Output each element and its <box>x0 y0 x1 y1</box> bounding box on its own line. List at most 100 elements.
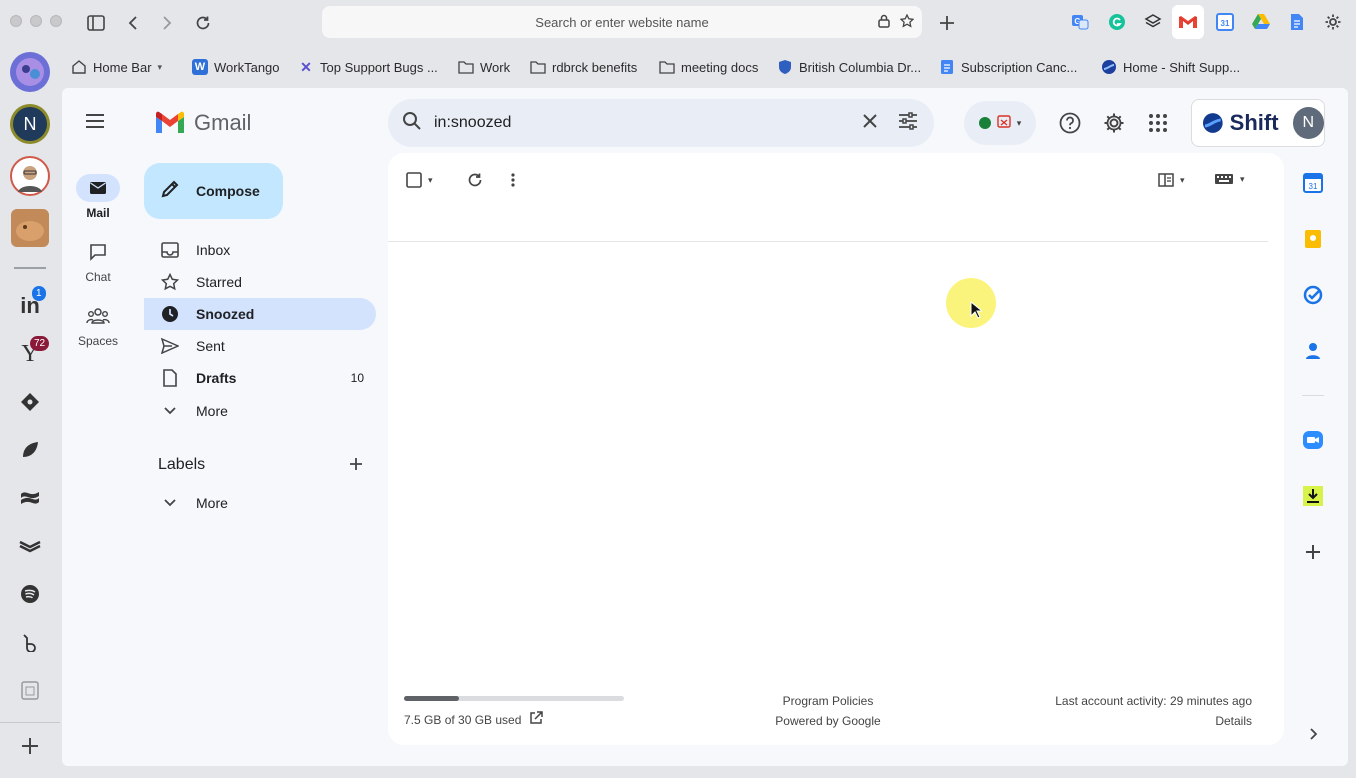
bookmark-british-columbia[interactable]: British Columbia Dr... <box>777 56 921 78</box>
drive-extension-icon[interactable] <box>1250 11 1272 33</box>
profile-photo-avatar[interactable] <box>10 156 50 196</box>
layers-extension-icon[interactable] <box>1142 11 1164 33</box>
details-link[interactable]: Details <box>988 711 1252 731</box>
more-options-icon[interactable] <box>510 172 516 193</box>
forward-icon[interactable] <box>154 10 180 36</box>
new-tab-icon[interactable] <box>934 10 960 36</box>
minimize-window-button[interactable] <box>30 15 42 27</box>
bookmark-home-bar[interactable]: Home Bar ▾ <box>71 56 162 78</box>
search-input[interactable]: in:snoozed <box>434 114 511 132</box>
lock-icon[interactable] <box>878 14 890 31</box>
grammarly-extension-icon[interactable] <box>1106 11 1128 33</box>
active-status-dot <box>978 117 991 129</box>
stack-app-icon[interactable] <box>10 526 50 566</box>
diamond-app-icon[interactable] <box>10 382 50 422</box>
url-placeholder: Search or enter website name <box>535 14 709 30</box>
reload-icon[interactable] <box>190 10 216 36</box>
nav-more[interactable]: More <box>144 395 376 427</box>
apps-grid-icon[interactable] <box>1148 113 1168 138</box>
confluence-icon[interactable] <box>10 478 50 518</box>
bookmark-worktango[interactable]: W WorkTango <box>192 56 280 78</box>
zoom-addon-icon[interactable] <box>1302 429 1324 451</box>
chevron-down-icon: ▾ <box>428 174 433 185</box>
sidebar-toggle-icon[interactable] <box>83 10 109 36</box>
nav-inbox[interactable]: Inbox <box>144 234 376 266</box>
bookmark-work[interactable]: Work <box>458 56 510 78</box>
bookmark-rdbrck-benefits[interactable]: rdbrck benefits <box>530 56 637 78</box>
chevron-down-icon: ▾ <box>1180 174 1185 185</box>
calendar-extension-icon[interactable]: 31 <box>1214 11 1236 33</box>
gmail-logo[interactable]: Gmail <box>154 110 251 136</box>
leaf-app-icon[interactable] <box>10 430 50 470</box>
chevron-down-icon: ▾ <box>157 61 163 72</box>
linkedin-badge: 1 <box>32 286 46 301</box>
contacts-addon-icon[interactable] <box>1302 340 1324 362</box>
nav-drafts[interactable]: Drafts 10 <box>144 362 376 394</box>
x-logo-icon: ✕ <box>300 58 312 75</box>
translate-extension-icon[interactable]: G <box>1069 11 1091 33</box>
compose-button[interactable]: Compose <box>144 163 283 219</box>
bookmark-top-support-bugs[interactable]: ✕ Top Support Bugs ... <box>298 56 438 78</box>
b-app-icon[interactable] <box>10 622 50 662</box>
clear-search-icon[interactable] <box>862 113 878 134</box>
get-addons-icon[interactable] <box>1302 541 1324 563</box>
nav-sent[interactable]: Sent <box>144 330 376 362</box>
browser-settings-icon[interactable] <box>1322 11 1344 33</box>
calendar-addon-icon[interactable]: 31 <box>1302 172 1324 194</box>
url-bar[interactable]: Search or enter website name <box>322 6 922 38</box>
help-icon[interactable] <box>1059 112 1081 139</box>
folder-icon <box>458 59 474 75</box>
labels-more[interactable]: More <box>144 487 376 519</box>
rail-spaces[interactable]: Spaces <box>70 302 126 348</box>
bookmark-meeting-docs[interactable]: meeting docs <box>659 56 758 78</box>
account-avatar[interactable]: N <box>10 104 50 144</box>
split-pane-toggle[interactable]: ▾ <box>1158 173 1185 187</box>
nav-label: Drafts <box>196 370 237 386</box>
bookmark-shift-support[interactable]: Home - Shift Supp... <box>1101 56 1240 78</box>
status-selector[interactable]: ▾ <box>964 101 1036 145</box>
folder-icon <box>659 59 675 75</box>
rail-chat[interactable]: Chat <box>70 238 126 284</box>
bookmark-label: meeting docs <box>681 59 759 75</box>
input-tools-toggle[interactable]: ▾ <box>1214 173 1245 185</box>
clipboard-app-icon[interactable] <box>10 670 50 710</box>
storage-text: 7.5 GB of 30 GB used <box>404 712 522 727</box>
search-icon[interactable] <box>402 111 422 136</box>
rail-mail[interactable]: Mail <box>70 174 126 220</box>
keep-addon-icon[interactable] <box>1302 228 1324 250</box>
show-side-panel-icon[interactable] <box>1302 723 1324 745</box>
account-switcher[interactable]: Shift N <box>1191 99 1325 147</box>
spotify-icon[interactable] <box>10 574 50 614</box>
docs-extension-icon[interactable] <box>1286 11 1308 33</box>
open-external-icon[interactable] <box>529 711 544 728</box>
toolbar-divider <box>388 241 1268 242</box>
home-icon <box>71 59 87 75</box>
star-icon[interactable] <box>899 13 915 31</box>
nav-snoozed[interactable]: Snoozed <box>144 298 376 330</box>
gmail-extension-icon[interactable] <box>1177 11 1199 33</box>
labels-heading: Labels <box>158 456 206 473</box>
mail-icon <box>76 174 120 202</box>
nav-starred[interactable]: Starred <box>144 266 376 298</box>
add-app-icon[interactable] <box>10 726 50 766</box>
create-label-icon[interactable] <box>349 457 363 476</box>
select-all-checkbox[interactable]: ▾ <box>406 172 433 188</box>
shift-profile-icon[interactable] <box>10 52 50 92</box>
back-icon[interactable] <box>120 10 146 36</box>
tasks-addon-icon[interactable] <box>1302 284 1324 306</box>
bookmark-label: Subscription Canc... <box>961 59 1078 75</box>
refresh-icon[interactable] <box>467 172 483 193</box>
cat-photo-icon[interactable] <box>10 208 50 248</box>
close-window-button[interactable] <box>10 15 22 27</box>
yahoo-icon[interactable]: Y 72 <box>10 334 50 374</box>
settings-icon[interactable] <box>1103 112 1125 139</box>
bookmark-subscription[interactable]: Subscription Canc... <box>939 56 1077 78</box>
program-policies-link[interactable]: Program Policies <box>728 691 928 711</box>
main-menu-icon[interactable] <box>84 112 106 135</box>
linkedin-icon[interactable]: in 1 <box>10 286 50 326</box>
download-addon-icon[interactable] <box>1302 485 1324 507</box>
search-bar[interactable]: in:snoozed <box>388 99 934 147</box>
search-options-icon[interactable] <box>898 111 918 135</box>
zoom-window-button[interactable] <box>50 15 62 27</box>
bookmark-label: Work <box>480 59 511 75</box>
